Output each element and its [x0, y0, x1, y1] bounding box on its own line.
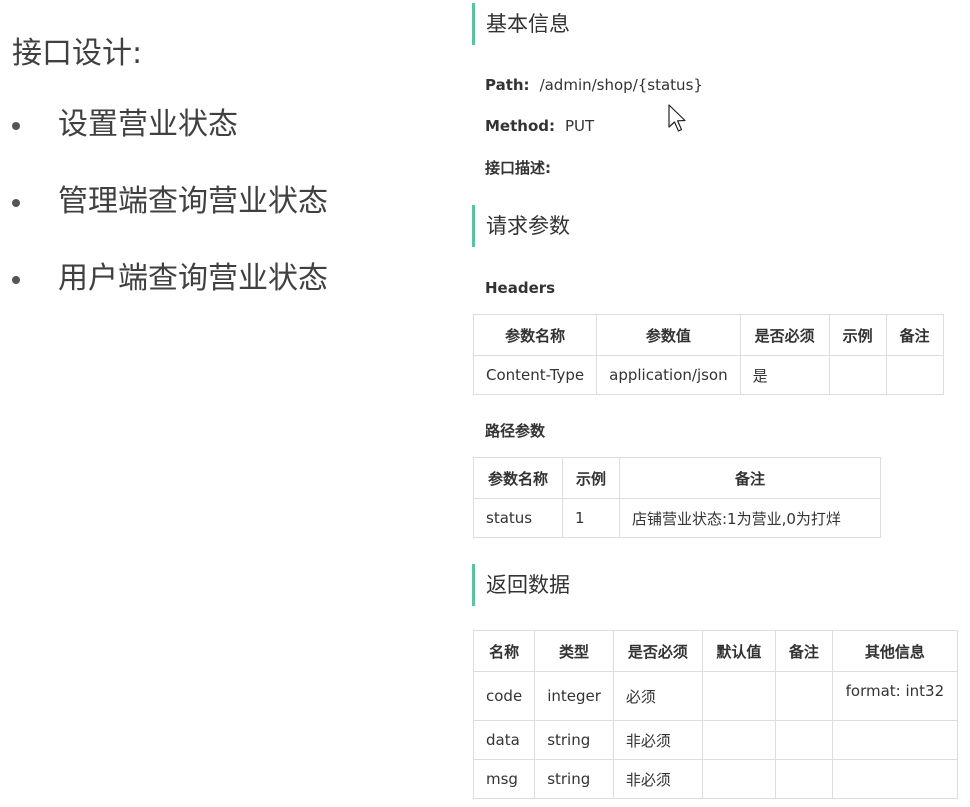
mouse-pointer-icon [668, 104, 686, 132]
desc-row: 接口描述: [485, 157, 561, 178]
headers-label: Headers [485, 279, 556, 297]
table-header-row: 参数名称 参数值 是否必须 示例 备注 [472, 314, 944, 356]
bullet-item: 管理端查询营业状态 [12, 177, 328, 254]
table-cell: format: int32 [831, 671, 958, 721]
table-row: Content-Type application/json 是 [472, 355, 944, 395]
table-cell [774, 759, 833, 799]
path-params-table: 参数名称 示例 备注 status 1 店铺营业状态:1为营业,0为打烊 [473, 457, 881, 538]
table-cell: string [534, 759, 614, 799]
path-row: Path: /admin/shop/{status} [485, 76, 703, 94]
bullet-item: 用户端查询营业状态 [12, 254, 328, 331]
table-cell: 店铺营业状态:1为营业,0为打烊 [619, 498, 881, 538]
col-header: 是否必须 [739, 314, 830, 356]
bullet-item: 设置营业状态 [12, 100, 328, 177]
table-cell: 是 [739, 355, 830, 395]
table-cell [831, 759, 958, 799]
desc-label: 接口描述: [485, 159, 551, 177]
table-cell: data [472, 720, 536, 760]
table-row: msg string 非必须 [472, 759, 958, 799]
col-header: 名称 [472, 630, 536, 672]
table-cell [701, 671, 776, 721]
slide-title: 接口设计: [12, 36, 143, 71]
col-header: 其他信息 [831, 630, 958, 672]
method-value: PUT [565, 117, 595, 135]
response-table: 名称 类型 是否必须 默认值 备注 其他信息 code integer 必须 f… [472, 630, 958, 799]
col-header: 示例 [562, 457, 620, 499]
table-cell: string [534, 720, 614, 760]
bullet-text: 管理端查询营业状态 [58, 184, 328, 219]
table-cell: Content-Type [472, 355, 598, 395]
col-header: 是否必须 [612, 630, 703, 672]
bullet-list: 设置营业状态 管理端查询营业状态 用户端查询营业状态 [12, 100, 328, 331]
table-cell [774, 671, 833, 721]
section-basic-info: 基本信息 [472, 3, 570, 45]
table-cell: integer [534, 671, 614, 721]
table-cell: msg [472, 759, 536, 799]
bullet-dot-icon [12, 199, 20, 207]
col-header: 示例 [828, 314, 887, 356]
method-label: Method: [485, 117, 555, 135]
col-header: 参数名称 [473, 457, 563, 499]
table-cell [831, 720, 958, 760]
table-header-row: 参数名称 示例 备注 [473, 457, 881, 499]
col-header: 参数值 [596, 314, 741, 356]
path-params-label: 路径参数 [485, 422, 546, 440]
table-cell: code [472, 671, 536, 721]
table-cell [828, 355, 887, 395]
col-header: 默认值 [701, 630, 776, 672]
table-cell [701, 720, 776, 760]
col-header: 备注 [774, 630, 833, 672]
table-cell: 非必须 [612, 759, 703, 799]
table-cell: 必须 [612, 671, 703, 721]
bullet-text: 用户端查询营业状态 [58, 261, 328, 296]
table-row: status 1 店铺营业状态:1为营业,0为打烊 [473, 498, 881, 538]
col-header: 备注 [619, 457, 881, 499]
table-row: data string 非必须 [472, 720, 958, 760]
path-value: /admin/shop/{status} [539, 76, 703, 94]
headers-table: 参数名称 参数值 是否必须 示例 备注 Content-Type applica… [472, 314, 944, 395]
method-row: Method: PUT [485, 117, 594, 135]
bullet-text: 设置营业状态 [58, 107, 238, 142]
table-cell: application/json [596, 355, 741, 395]
table-cell [774, 720, 833, 760]
bullet-dot-icon [12, 122, 20, 130]
table-cell: status [473, 498, 563, 538]
table-cell: 非必须 [612, 720, 703, 760]
col-header: 类型 [534, 630, 614, 672]
section-response: 返回数据 [472, 564, 570, 606]
table-cell [701, 759, 776, 799]
col-header: 备注 [885, 314, 944, 356]
table-row: code integer 必须 format: int32 [472, 671, 958, 721]
col-header: 参数名称 [472, 314, 598, 356]
section-request-params: 请求参数 [472, 205, 570, 247]
path-label: Path: [485, 76, 530, 94]
bullet-dot-icon [12, 276, 20, 284]
table-cell: 1 [562, 498, 620, 538]
table-header-row: 名称 类型 是否必须 默认值 备注 其他信息 [472, 630, 958, 672]
table-cell [885, 355, 944, 395]
